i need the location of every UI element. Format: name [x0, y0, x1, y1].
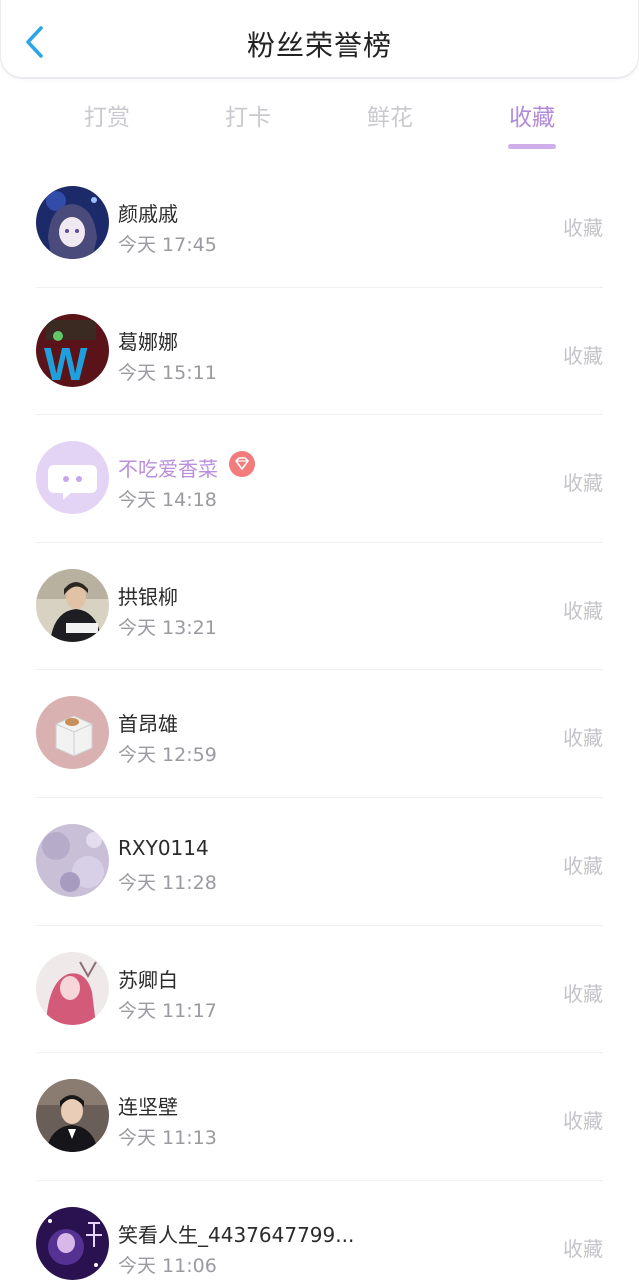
list-item[interactable]: 苏卿白 今天 11:17 收藏 — [0, 926, 639, 1054]
list-item[interactable]: W 葛娜娜 今天 15:11 收藏 — [0, 288, 639, 416]
avatar[interactable] — [36, 1206, 109, 1280]
list-item[interactable]: 颜戚戚 今天 17:45 收藏 — [0, 160, 639, 288]
fan-name: 葛娜娜 — [118, 329, 178, 354]
fan-time: 今天 13:21 — [118, 616, 217, 639]
fan-action-label: 收藏 — [563, 1109, 603, 1134]
page-title: 粉丝荣誉榜 — [246, 29, 392, 62]
avatar[interactable] — [36, 696, 109, 770]
fan-action-label: 收藏 — [563, 853, 603, 878]
fan-time: 今天 11:17 — [118, 999, 217, 1022]
avatar[interactable] — [36, 951, 109, 1025]
tab-flowers[interactable]: 鲜花 — [335, 98, 445, 132]
fan-action-label: 收藏 — [563, 471, 603, 496]
fan-action-label: 收藏 — [563, 1236, 603, 1261]
fan-time: 今天 12:59 — [118, 744, 217, 767]
fan-action-label: 收藏 — [563, 216, 603, 240]
fan-time: 今天 11:28 — [118, 871, 217, 894]
fan-time: 今天 14:18 — [118, 489, 217, 512]
avatar[interactable] — [36, 186, 109, 259]
header-bar: 粉丝荣誉榜 — [0, 0, 639, 78]
list-item[interactable]: RXY0114 今天 11:28 收藏 — [0, 798, 639, 926]
fan-name: 拱银柳 — [118, 584, 178, 609]
fan-name: 笑看人生_4437647799... — [118, 1222, 355, 1247]
list-item[interactable]: 笑看人生_4437647799... 今天 11:06 收藏 — [0, 1181, 639, 1280]
avatar[interactable] — [36, 1079, 109, 1153]
list-item[interactable]: 拱银柳 今天 13:21 收藏 — [0, 543, 639, 671]
fan-list: 颜戚戚 今天 17:45 收藏 W 葛娜娜 今天 15:11 收藏 不吃爱香菜 … — [0, 160, 639, 1280]
list-item[interactable]: 连坚壁 今天 11:13 收藏 — [0, 1053, 639, 1181]
tab-favorites-label: 收藏 — [509, 105, 555, 131]
fan-time: 今天 11:13 — [118, 1127, 217, 1150]
fan-name: 首昂雄 — [118, 712, 178, 737]
fan-time: 今天 11:06 — [118, 1254, 217, 1277]
fan-name: 颜戚戚 — [118, 202, 178, 226]
fan-action-label: 收藏 — [563, 598, 603, 623]
avatar[interactable] — [36, 823, 109, 897]
fan-time: 今天 17:45 — [118, 234, 217, 256]
fan-name: 连坚壁 — [118, 1095, 178, 1120]
active-tab-indicator — [508, 144, 556, 149]
tab-bar: 打赏 打卡 鲜花 收藏 — [0, 92, 639, 152]
tab-favorites[interactable]: 收藏 — [477, 98, 587, 149]
fan-name: 不吃爱香菜 — [118, 457, 218, 482]
fan-time: 今天 15:11 — [118, 361, 217, 384]
avatar[interactable] — [36, 568, 109, 642]
fan-action-label: 收藏 — [563, 726, 603, 751]
fan-action-label: 收藏 — [563, 981, 603, 1006]
fan-name: RXY0114 — [118, 835, 209, 860]
tab-reward[interactable]: 打赏 — [52, 98, 162, 132]
avatar[interactable] — [36, 441, 109, 515]
fan-action-label: 收藏 — [563, 343, 603, 368]
svg-text:W: W — [44, 338, 88, 387]
diamond-icon — [229, 451, 255, 478]
list-item[interactable]: 不吃爱香菜 今天 14:18 收藏 — [0, 415, 639, 543]
fan-name: 苏卿白 — [118, 967, 178, 992]
avatar[interactable]: W — [36, 313, 109, 387]
tab-checkin[interactable]: 打卡 — [193, 98, 303, 132]
list-item[interactable]: 首昂雄 今天 12:59 收藏 — [0, 670, 639, 798]
